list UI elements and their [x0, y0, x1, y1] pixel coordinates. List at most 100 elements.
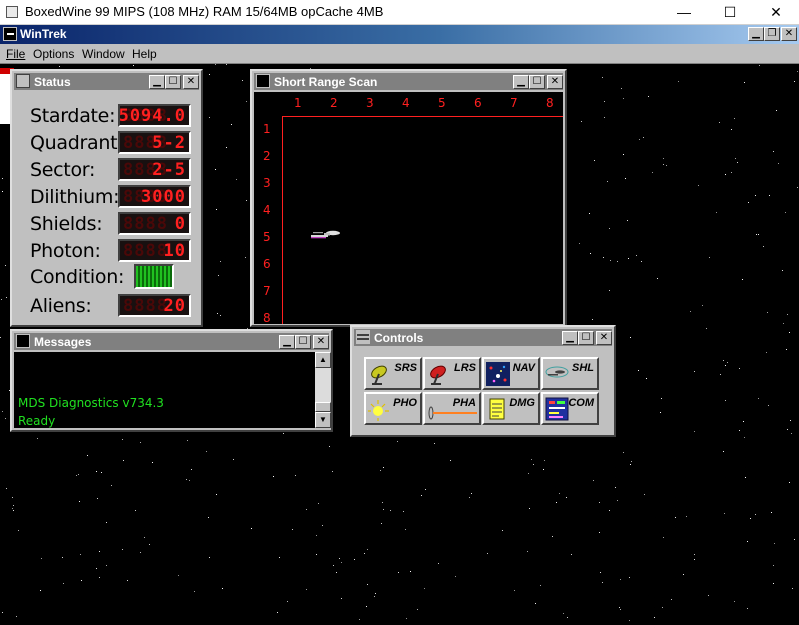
star: [251, 528, 252, 529]
menu-window-label: Window: [82, 47, 125, 61]
star: [734, 601, 735, 602]
star: [81, 580, 82, 581]
pha-control-button[interactable]: PHA: [423, 392, 481, 425]
star: [790, 420, 791, 421]
star: [79, 501, 80, 502]
star: [295, 475, 296, 476]
com-control-button[interactable]: COM: [541, 392, 599, 425]
star: [367, 549, 368, 550]
srs-scan-field[interactable]: 1 2 3 4 5 6 7 8 1 2 3 4 5 6 7 8: [254, 92, 563, 324]
star: [216, 209, 217, 210]
star: [76, 475, 77, 476]
status-window-icon[interactable]: [16, 74, 30, 88]
star: [694, 371, 695, 372]
star: [744, 437, 745, 438]
star: [773, 583, 774, 584]
star: [663, 537, 664, 538]
messages-maximize-button[interactable]: ☐: [295, 335, 311, 349]
star: [708, 595, 709, 596]
enterprise-ship-icon[interactable]: [310, 228, 342, 240]
star: [152, 462, 153, 463]
srs-minimize-button[interactable]: ▁: [513, 75, 529, 89]
menu-file[interactable]: File: [6, 47, 25, 61]
star: [654, 617, 655, 618]
star: [604, 101, 605, 102]
star: [405, 529, 406, 530]
srs-close-button[interactable]: ✕: [547, 75, 563, 89]
messages-window-icon[interactable]: [16, 334, 30, 348]
star: [566, 497, 567, 498]
star: [209, 74, 210, 75]
star: [663, 158, 664, 159]
star: [720, 374, 721, 375]
menu-window[interactable]: Window: [82, 47, 125, 61]
menu-help[interactable]: Help: [132, 47, 157, 61]
star: [797, 71, 798, 72]
star: [698, 185, 699, 186]
srs-window-icon[interactable]: [256, 74, 270, 88]
star: [127, 580, 128, 581]
status-maximize-button[interactable]: ☐: [165, 75, 181, 89]
star: [686, 516, 687, 517]
lrs-control-button[interactable]: LRS: [423, 357, 481, 390]
dilithium-value: 3000: [141, 187, 186, 207]
star: [529, 508, 530, 509]
messages-log[interactable]: MDS Diagnostics v734.3 Ready: [14, 352, 315, 428]
star: [593, 480, 594, 481]
star: [778, 163, 779, 164]
status-minimize-button[interactable]: ▁: [149, 75, 165, 89]
host-close-button[interactable]: ✕: [753, 0, 799, 25]
star: [639, 139, 640, 140]
star: [787, 314, 788, 315]
scroll-down-arrow-icon[interactable]: ▼: [315, 412, 331, 428]
app-close-button[interactable]: ✕: [781, 27, 797, 41]
star: [16, 616, 17, 617]
star: [220, 315, 221, 316]
star: [731, 172, 732, 173]
messages-window-titlebar[interactable]: Messages ▁ ☐ ✕: [14, 333, 329, 350]
star: [78, 474, 79, 475]
scroll-up-arrow-icon[interactable]: ▲: [315, 352, 331, 368]
star: [215, 64, 216, 65]
pho-control-button[interactable]: PHO: [364, 392, 422, 425]
dmg-control-button[interactable]: DMG: [482, 392, 540, 425]
controls-maximize-button[interactable]: ☐: [578, 331, 594, 345]
star: [231, 124, 232, 125]
message-line: MDS Diagnostics v734.3: [18, 396, 164, 410]
star: [434, 443, 435, 444]
controls-window-icon[interactable]: [356, 330, 370, 344]
star: [600, 572, 601, 573]
scrollbar-thumb[interactable]: [315, 402, 331, 412]
nav-control-button[interactable]: NAV: [482, 357, 540, 390]
star: [5, 418, 6, 419]
led-ghost-digits: 8888: [123, 296, 168, 316]
srs-window-titlebar[interactable]: Short Range Scan ▁ ☐ ✕: [254, 73, 563, 90]
nav-control-label: NAV: [512, 362, 535, 374]
star: [341, 562, 342, 563]
wintrek-app-icon[interactable]: [3, 27, 17, 41]
srs-maximize-button[interactable]: ☐: [529, 75, 545, 89]
star: [594, 160, 595, 161]
messages-close-button[interactable]: ✕: [313, 335, 329, 349]
star: [99, 551, 100, 552]
menu-options[interactable]: Options: [33, 47, 74, 61]
star: [292, 529, 293, 530]
app-restore-button[interactable]: ❐: [764, 27, 780, 41]
star: [62, 557, 63, 558]
star: [571, 554, 572, 555]
status-window-titlebar[interactable]: Status ▁ ☐ ✕: [14, 73, 199, 90]
host-maximize-button[interactable]: ☐: [707, 0, 753, 25]
shl-control-button[interactable]: SHL: [541, 357, 599, 390]
host-minimize-button[interactable]: —: [661, 0, 707, 25]
aliens-value: 20: [163, 296, 186, 316]
app-minimize-button[interactable]: ▁: [748, 27, 764, 41]
star: [469, 497, 470, 498]
controls-window-titlebar[interactable]: Controls ▁ ☐ ✕: [354, 329, 612, 346]
messages-scrollbar[interactable]: ▲ ▼: [315, 352, 331, 428]
srs-control-button[interactable]: SRS: [364, 357, 422, 390]
star: [133, 65, 134, 66]
status-close-button[interactable]: ✕: [183, 75, 199, 89]
controls-minimize-button[interactable]: ▁: [562, 331, 578, 345]
controls-close-button[interactable]: ✕: [596, 331, 612, 345]
messages-minimize-button[interactable]: ▁: [279, 335, 295, 349]
